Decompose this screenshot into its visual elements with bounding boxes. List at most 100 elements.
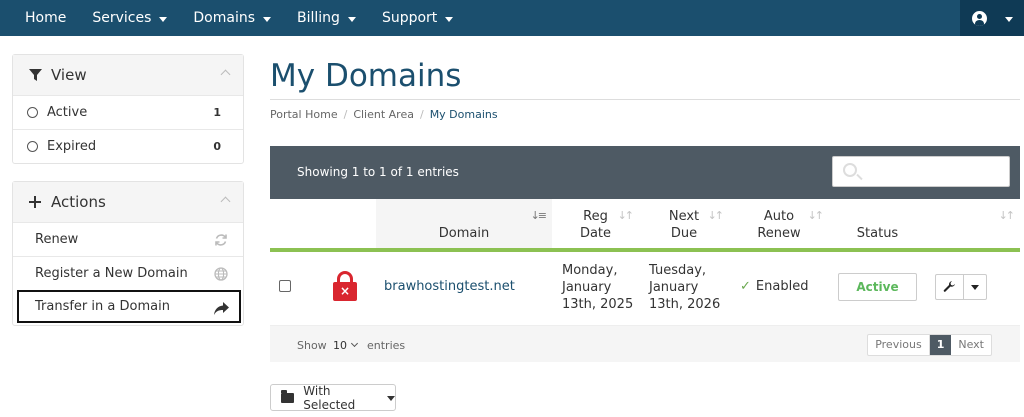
with-selected-label: With Selected bbox=[303, 383, 356, 412]
top-navbar: Home Services Domains Billing Support bbox=[0, 0, 1024, 36]
caret-down-icon bbox=[347, 16, 356, 22]
folder-open-icon bbox=[281, 389, 295, 403]
column-label-line: Renew bbox=[757, 226, 801, 241]
nav-home[interactable]: Home bbox=[0, 0, 79, 36]
radio-icon bbox=[27, 141, 38, 152]
view-filter-active[interactable]: Active 1 bbox=[13, 95, 243, 129]
nav-home-label: Home bbox=[25, 10, 67, 26]
lock-icon: × bbox=[333, 271, 357, 301]
breadcrumb-client-area[interactable]: Client Area bbox=[353, 108, 414, 121]
actions-panel-title: Actions bbox=[51, 193, 106, 211]
entries-label: entries bbox=[367, 339, 406, 352]
column-actions[interactable]: ↓↑ bbox=[926, 199, 1020, 252]
auto-renew-value: Enabled bbox=[755, 279, 809, 294]
pagination: Previous 1 Next bbox=[867, 334, 992, 356]
breadcrumb-portal-home[interactable]: Portal Home bbox=[270, 108, 338, 121]
column-label-line: Next bbox=[668, 209, 700, 224]
view-filter-label: Active bbox=[47, 105, 88, 120]
column-next-due[interactable]: Next Due ↓↑ bbox=[639, 199, 729, 252]
account-menu-button[interactable] bbox=[960, 0, 1024, 36]
action-renew[interactable]: Renew bbox=[13, 222, 243, 256]
sort-icon: ↓↑ bbox=[707, 209, 725, 222]
nav-support[interactable]: Support bbox=[369, 0, 466, 36]
unlocked-badge: × bbox=[333, 282, 357, 301]
table-row: × brawhostingtest.net Monday, January 13… bbox=[270, 252, 1020, 326]
action-label: Renew bbox=[35, 232, 79, 247]
next-due-cell: Tuesday, January 13th, 2026 bbox=[649, 262, 720, 313]
date-line: January bbox=[562, 280, 612, 295]
manage-button[interactable] bbox=[936, 275, 964, 299]
column-label: Reg Date bbox=[580, 208, 611, 242]
sort-icon: ↓↑ bbox=[807, 209, 825, 222]
next-page-button[interactable]: Next bbox=[951, 335, 991, 355]
caret-down-icon bbox=[971, 284, 979, 290]
nav-domains[interactable]: Domains bbox=[180, 0, 284, 36]
previous-page-button[interactable]: Previous bbox=[868, 335, 930, 355]
user-circle-icon bbox=[971, 10, 987, 26]
column-auto-renew[interactable]: Auto Renew ↓↑ bbox=[729, 199, 829, 252]
nav-services-label: Services bbox=[92, 10, 152, 26]
search-icon bbox=[843, 163, 857, 177]
row-actions-group bbox=[935, 274, 987, 300]
chevron-up-icon[interactable] bbox=[220, 196, 231, 207]
nav-services[interactable]: Services bbox=[79, 0, 180, 36]
action-label: Register a New Domain bbox=[35, 266, 188, 281]
nav-billing[interactable]: Billing bbox=[284, 0, 369, 36]
search-input[interactable] bbox=[832, 156, 1010, 187]
column-label-line: Auto bbox=[763, 209, 795, 224]
column-lock bbox=[314, 199, 376, 252]
table-toolbar: Showing 1 to 1 of 1 entries bbox=[270, 146, 1020, 199]
page-title: My Domains bbox=[270, 58, 462, 94]
column-label: Auto Renew bbox=[757, 208, 800, 242]
with-selected-button[interactable]: With Selected bbox=[270, 383, 396, 412]
actions-panel-header[interactable]: Actions bbox=[13, 182, 243, 222]
share-arrow-icon bbox=[214, 302, 229, 318]
nav-support-label: Support bbox=[381, 10, 438, 26]
column-label: Status bbox=[856, 226, 899, 241]
domain-link[interactable]: brawhostingtest.net bbox=[384, 279, 515, 294]
row-actions-dropdown[interactable] bbox=[964, 275, 986, 299]
column-status[interactable]: Status bbox=[829, 199, 926, 252]
date-line: Monday, bbox=[562, 263, 618, 278]
column-reg-date[interactable]: Reg Date ↓↑ bbox=[552, 199, 639, 252]
globe-icon bbox=[214, 267, 228, 284]
caret-down-icon bbox=[1004, 16, 1013, 22]
wrench-icon bbox=[943, 280, 955, 292]
date-line: 13th, 2025 bbox=[562, 297, 634, 312]
row-checkbox[interactable] bbox=[279, 280, 291, 292]
table-footer: Show 10 entries Previous 1 Next bbox=[270, 326, 1020, 362]
action-register-domain[interactable]: Register a New Domain bbox=[13, 256, 243, 290]
column-label: Domain bbox=[438, 226, 490, 241]
chevron-up-icon[interactable] bbox=[220, 69, 231, 80]
refresh-icon bbox=[214, 233, 228, 250]
view-panel-title: View bbox=[51, 66, 87, 84]
filter-icon bbox=[27, 68, 43, 82]
nav-domains-label: Domains bbox=[193, 10, 256, 26]
caret-down-icon bbox=[159, 16, 168, 22]
sort-icon: ↓↑ bbox=[998, 209, 1016, 222]
caret-down-icon bbox=[263, 16, 272, 22]
column-label-line: Date bbox=[579, 226, 612, 241]
breadcrumb-current: My Domains bbox=[429, 108, 498, 121]
check-icon: ✓ bbox=[740, 279, 751, 294]
page-1-button[interactable]: 1 bbox=[929, 335, 952, 355]
action-transfer-domain[interactable]: Transfer in a Domain bbox=[17, 290, 241, 323]
count-badge: 1 bbox=[213, 106, 221, 119]
column-label: Next Due bbox=[669, 208, 699, 242]
date-line: Tuesday, bbox=[649, 263, 707, 278]
nav-billing-label: Billing bbox=[297, 10, 340, 26]
column-domain[interactable]: Domain ↓≡ bbox=[376, 199, 552, 252]
breadcrumb: Portal Home / Client Area / My Domains bbox=[270, 108, 498, 121]
sort-icon: ↓↑ bbox=[617, 209, 635, 222]
view-filter-label: Expired bbox=[47, 139, 97, 154]
radio-icon bbox=[27, 107, 38, 118]
caret-down-icon bbox=[387, 396, 395, 401]
status-badge[interactable]: Active bbox=[838, 273, 917, 301]
view-filter-expired[interactable]: Expired 0 bbox=[13, 129, 243, 163]
column-label-line: Due bbox=[670, 226, 698, 241]
view-panel-header[interactable]: View bbox=[13, 55, 243, 95]
title-divider bbox=[270, 99, 1020, 100]
show-label: Show bbox=[297, 339, 327, 352]
page-length-select[interactable]: 10 bbox=[327, 336, 363, 354]
count-badge: 0 bbox=[213, 140, 221, 153]
